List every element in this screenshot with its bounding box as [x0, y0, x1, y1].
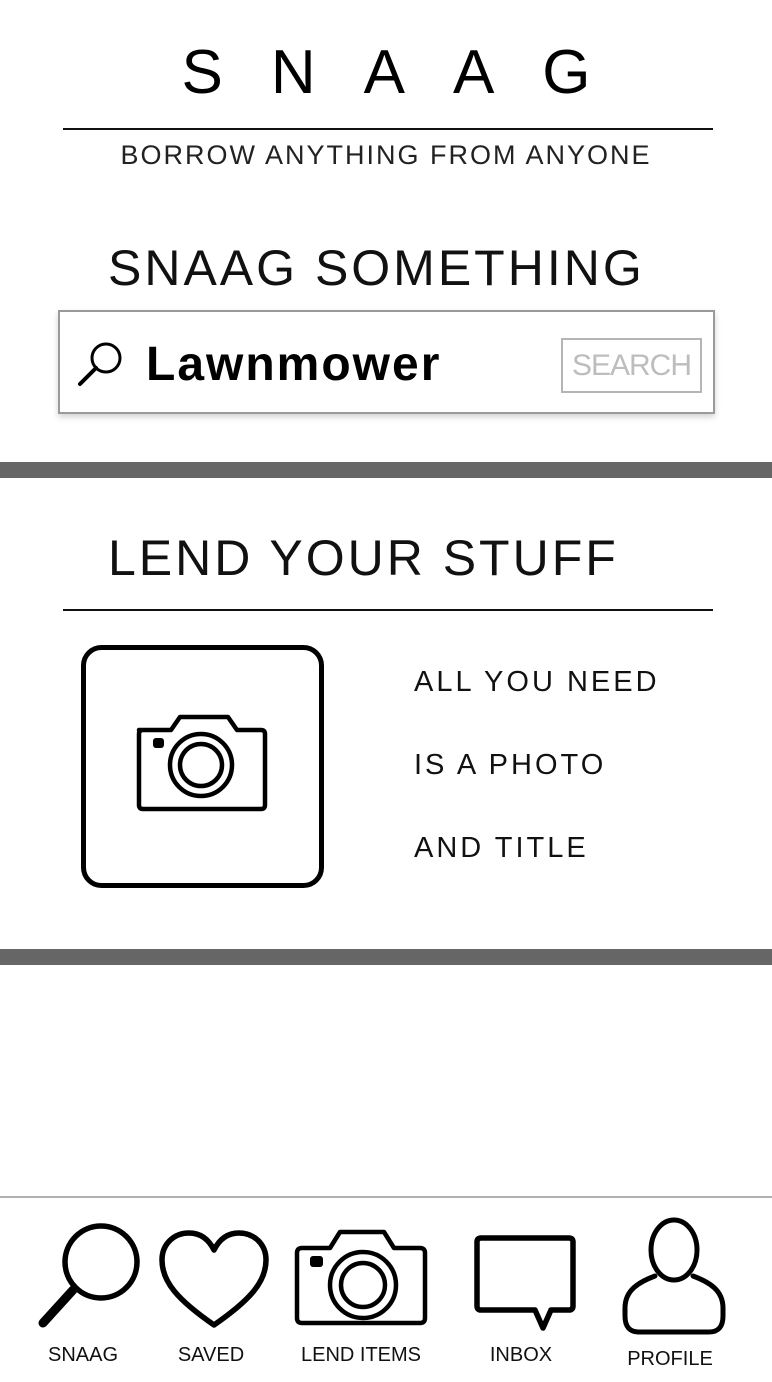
lend-text-line-3: AND TITLE: [414, 832, 589, 864]
lend-text-line-2: IS A PHOTO: [414, 749, 607, 781]
header-divider: [63, 128, 713, 130]
nav-item-profile[interactable]: PROFILE: [615, 1214, 730, 1379]
heart-icon: [159, 1230, 269, 1328]
lend-text-line-1: ALL YOU NEED: [414, 666, 660, 698]
nav-label-snaag: SNAAG: [47, 1344, 119, 1366]
add-photo-button[interactable]: [81, 645, 324, 888]
nav-item-snaag[interactable]: SNAAG: [28, 1214, 143, 1374]
nav-divider: [0, 1196, 772, 1198]
search-icon: [38, 1223, 140, 1328]
search-icon: [78, 342, 122, 386]
section-divider: [0, 462, 772, 478]
lend-section-title: LEND YOUR STUFF: [108, 530, 619, 586]
search-input[interactable]: [146, 332, 526, 396]
section-divider-bottom: [0, 949, 772, 965]
user-icon: [622, 1217, 726, 1335]
nav-label-profile: PROFILE: [627, 1348, 713, 1370]
camera-icon: [294, 1229, 428, 1326]
nav-item-lend-items[interactable]: LEND ITEMS: [294, 1214, 436, 1374]
camera-icon: [81, 645, 324, 888]
nav-item-inbox[interactable]: INBOX: [470, 1214, 580, 1374]
nav-label-inbox: INBOX: [489, 1344, 553, 1366]
chat-bubble-icon: [474, 1235, 576, 1331]
search-button[interactable]: SEARCH: [561, 338, 702, 393]
search-section-title: SNAAG SOMETHING: [108, 240, 645, 296]
search-bar[interactable]: SEARCH: [58, 310, 715, 414]
nav-label-lend-items: LEND ITEMS: [300, 1344, 422, 1366]
nav-label-saved: SAVED: [177, 1344, 245, 1366]
tagline: BORROW ANYTHING FROM ANYONE: [120, 140, 652, 170]
app-logo: SNAAG: [181, 38, 639, 107]
nav-item-saved[interactable]: SAVED: [155, 1214, 270, 1374]
lend-divider: [63, 609, 713, 611]
